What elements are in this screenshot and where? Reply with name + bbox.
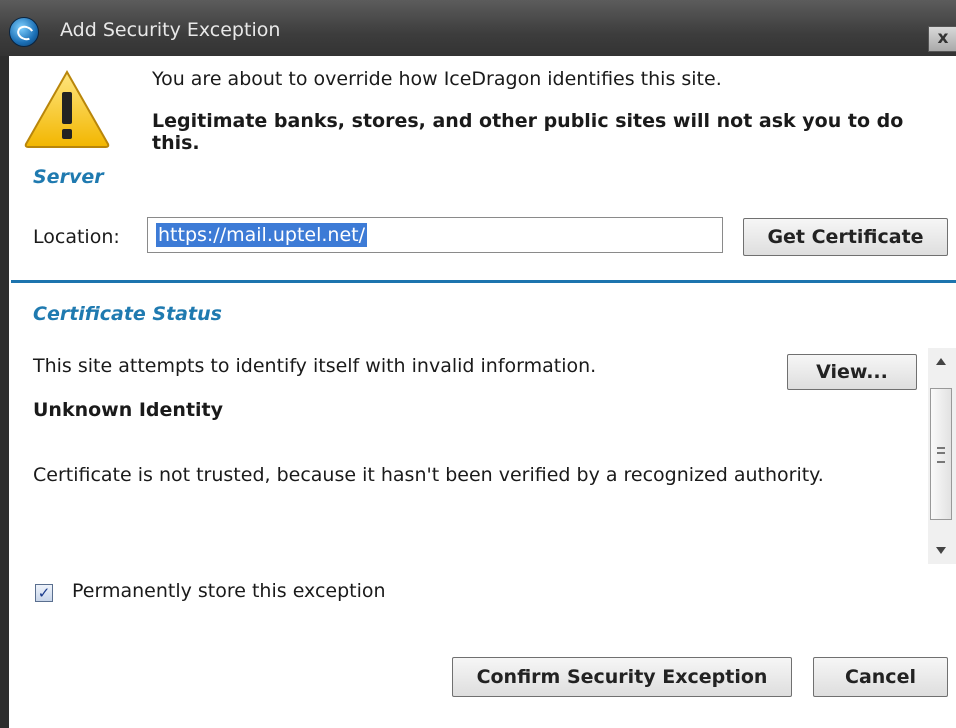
location-label: Location: bbox=[33, 226, 120, 248]
window-title: Add Security Exception bbox=[60, 19, 281, 41]
scroll-down-arrow-icon[interactable] bbox=[936, 547, 946, 554]
scroll-thumb[interactable] bbox=[930, 388, 952, 520]
get-certificate-label: Get Certificate bbox=[767, 226, 924, 248]
title-bar: Add Security Exception x bbox=[0, 0, 956, 56]
get-certificate-button[interactable]: Get Certificate bbox=[743, 218, 948, 256]
location-input[interactable]: https://mail.uptel.net/ bbox=[147, 217, 723, 253]
cancel-button[interactable]: Cancel bbox=[813, 657, 948, 697]
view-label: View... bbox=[816, 361, 888, 383]
server-heading: Server bbox=[33, 166, 104, 188]
warning-message: You are about to override how IceDragon … bbox=[152, 68, 722, 90]
permanent-store-label[interactable]: Permanently store this exception bbox=[72, 580, 386, 602]
scroll-up-arrow-icon[interactable] bbox=[936, 358, 946, 365]
unknown-identity-heading: Unknown Identity bbox=[33, 399, 224, 421]
certificate-status-heading: Certificate Status bbox=[33, 303, 222, 325]
view-certificate-button[interactable]: View... bbox=[787, 354, 917, 390]
section-divider bbox=[11, 280, 956, 283]
location-value: https://mail.uptel.net/ bbox=[156, 223, 367, 247]
certificate-status-text: This site attempts to identify itself wi… bbox=[33, 355, 597, 377]
scroll-grip-icon bbox=[937, 447, 945, 463]
confirm-security-exception-button[interactable]: Confirm Security Exception bbox=[452, 657, 792, 697]
warning-emphasis: Legitimate banks, stores, and other publ… bbox=[152, 110, 904, 154]
app-icon bbox=[9, 17, 39, 47]
cancel-label: Cancel bbox=[845, 666, 916, 688]
certificate-detail-text: Certificate is not trusted, because it h… bbox=[33, 464, 824, 486]
status-scrollbar[interactable] bbox=[928, 348, 956, 564]
window-frame-edge bbox=[0, 56, 9, 728]
warning-icon bbox=[24, 69, 110, 148]
permanent-store-checkbox[interactable]: ✓ bbox=[35, 584, 53, 602]
confirm-label: Confirm Security Exception bbox=[476, 666, 768, 688]
close-button[interactable]: x bbox=[928, 26, 956, 52]
